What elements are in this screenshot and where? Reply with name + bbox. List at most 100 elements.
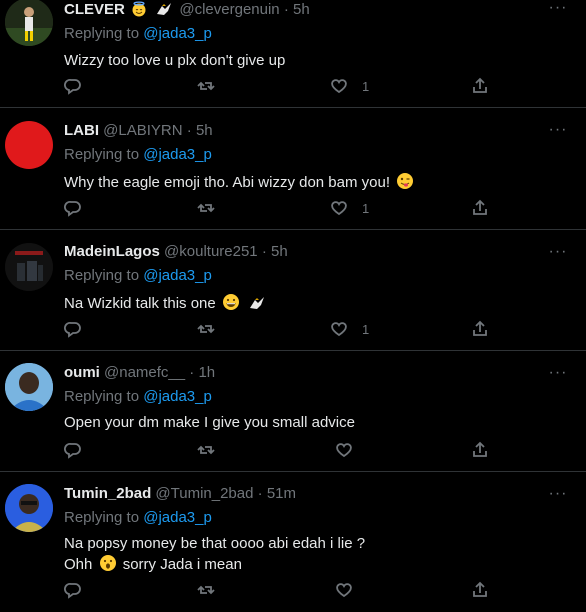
separator-dot: · — [283, 1, 289, 18]
tweet-actions — [64, 440, 504, 460]
share-icon — [473, 320, 487, 336]
tweet-header: Tumin_2bad @Tumin_2bad · 51m — [64, 484, 546, 504]
retweet-icon — [197, 81, 215, 91]
more-button[interactable]: ··· — [548, 244, 568, 262]
share-icon — [473, 441, 487, 457]
more-button[interactable]: ··· — [548, 0, 568, 18]
handle[interactable]: @koulture251 — [164, 243, 258, 260]
replying-to-user-link[interactable]: @jada3_p — [143, 146, 212, 163]
share-button[interactable] — [471, 319, 489, 339]
share-icon — [473, 199, 487, 215]
person-photo-icon — [5, 363, 53, 411]
retweet-button[interactable] — [197, 440, 215, 460]
reply-icon — [64, 79, 81, 95]
like-button[interactable] — [335, 580, 353, 600]
retweet-icon — [197, 585, 215, 595]
more-button[interactable]: ··· — [548, 365, 568, 383]
handle[interactable]: @namefc__ — [104, 364, 185, 381]
person-photo-icon — [5, 484, 53, 532]
reply-button[interactable] — [64, 76, 82, 96]
timestamp[interactable]: 5h — [293, 1, 310, 18]
like-button[interactable]: 1 — [330, 76, 369, 96]
tweet-text: Why the eagle emoji tho. Abi wizzy don b… — [64, 174, 391, 191]
timestamp[interactable]: 1h — [198, 364, 215, 381]
tweet-text: Na Wizkid talk this one — [64, 295, 216, 312]
replying-to-prefix: Replying to — [64, 388, 140, 405]
handle[interactable]: @LABIYRN — [103, 122, 182, 139]
share-icon — [473, 581, 487, 597]
avatar[interactable] — [5, 243, 53, 291]
display-name[interactable]: Tumin_2bad — [64, 485, 151, 502]
tweet[interactable]: MadeinLagos @koulture251 · 5h Replying t… — [0, 230, 586, 351]
display-name[interactable]: LABI — [64, 122, 99, 139]
grinning-emoji-icon — [222, 293, 240, 317]
tweet-text: Wizzy too love u plx don't give up — [64, 52, 286, 69]
timestamp[interactable]: 5h — [196, 122, 213, 139]
replying-to-user-link[interactable]: @jada3_p — [143, 25, 212, 42]
replying-to: Replying to @jada3_p — [64, 264, 546, 288]
tweet-header: LABI @LABIYRN · 5h — [64, 121, 546, 141]
reply-button[interactable] — [64, 580, 82, 600]
replying-to-prefix: Replying to — [64, 25, 140, 42]
separator-dot: · — [261, 243, 267, 260]
retweet-button[interactable] — [197, 319, 215, 339]
like-button[interactable]: 1 — [330, 319, 369, 339]
tweet[interactable]: oumi @namefc__ · 1h Replying to @jada3_p… — [0, 351, 586, 472]
like-button[interactable] — [335, 440, 353, 460]
tweet-text: sorry Jada i mean — [122, 556, 242, 573]
share-button[interactable] — [471, 76, 489, 96]
more-button[interactable]: ··· — [548, 122, 568, 140]
reply-icon — [64, 583, 81, 599]
replying-to-user-link[interactable]: @jada3_p — [143, 509, 212, 526]
replying-to: Replying to @jada3_p — [64, 22, 546, 46]
replying-to-user-link[interactable]: @jada3_p — [143, 267, 212, 284]
tweet-actions: 1 — [64, 76, 504, 96]
heart-icon — [331, 322, 347, 337]
display-name[interactable]: MadeinLagos — [64, 243, 160, 260]
like-count: 1 — [362, 200, 370, 216]
retweet-icon — [197, 203, 215, 213]
avatar[interactable] — [5, 484, 53, 532]
timestamp[interactable]: 51m — [267, 485, 296, 502]
replying-to-user-link[interactable]: @jada3_p — [143, 388, 212, 405]
replying-to-prefix: Replying to — [64, 509, 140, 526]
like-button[interactable]: 1 — [330, 198, 369, 218]
more-button[interactable]: ··· — [548, 486, 568, 504]
tweet-actions — [64, 580, 504, 600]
tweet[interactable]: LABI @LABIYRN · 5h Replying to @jada3_p … — [0, 108, 586, 230]
reply-button[interactable] — [64, 440, 82, 460]
reply-button[interactable] — [64, 198, 82, 218]
avatar[interactable] — [5, 363, 53, 411]
handle[interactable]: @clevergenuin — [179, 1, 279, 18]
handle[interactable]: @Tumin_2bad — [155, 485, 253, 502]
tweet-header: CLEVER @clevergenuin · 5h — [64, 0, 546, 20]
display-name[interactable]: oumi — [64, 364, 100, 381]
tweet[interactable]: Tumin_2bad @Tumin_2bad · 51m Replying to… — [0, 472, 586, 612]
heart-icon — [336, 443, 352, 458]
reply-icon — [64, 322, 81, 338]
tweet-text: Na popsy money be that oooo abi edah i l… — [64, 535, 366, 552]
avatar[interactable] — [5, 0, 53, 46]
timestamp[interactable]: 5h — [271, 243, 288, 260]
brand-logo-icon — [5, 243, 53, 291]
retweet-button[interactable] — [197, 580, 215, 600]
heart-icon — [331, 79, 347, 94]
retweet-button[interactable] — [197, 198, 215, 218]
retweet-button[interactable] — [197, 76, 215, 96]
replying-to-prefix: Replying to — [64, 267, 140, 284]
share-button[interactable] — [471, 580, 489, 600]
tweet-text-line: Why the eagle emoji tho. Abi wizzy don b… — [64, 172, 546, 196]
display-name[interactable]: CLEVER — [64, 1, 125, 18]
share-icon — [473, 77, 487, 93]
retweet-icon — [197, 324, 215, 334]
like-count: 1 — [362, 321, 370, 337]
retweet-icon — [197, 445, 215, 455]
share-button[interactable] — [471, 440, 489, 460]
tweet-actions: 1 — [64, 198, 504, 218]
share-button[interactable] — [471, 198, 489, 218]
tweet-actions: 1 — [64, 319, 504, 339]
tweet[interactable]: CLEVER @clevergenuin · 5h Replying to @j… — [0, 0, 586, 108]
separator-dot: · — [186, 122, 192, 139]
reply-button[interactable] — [64, 319, 82, 339]
avatar[interactable] — [5, 121, 53, 169]
